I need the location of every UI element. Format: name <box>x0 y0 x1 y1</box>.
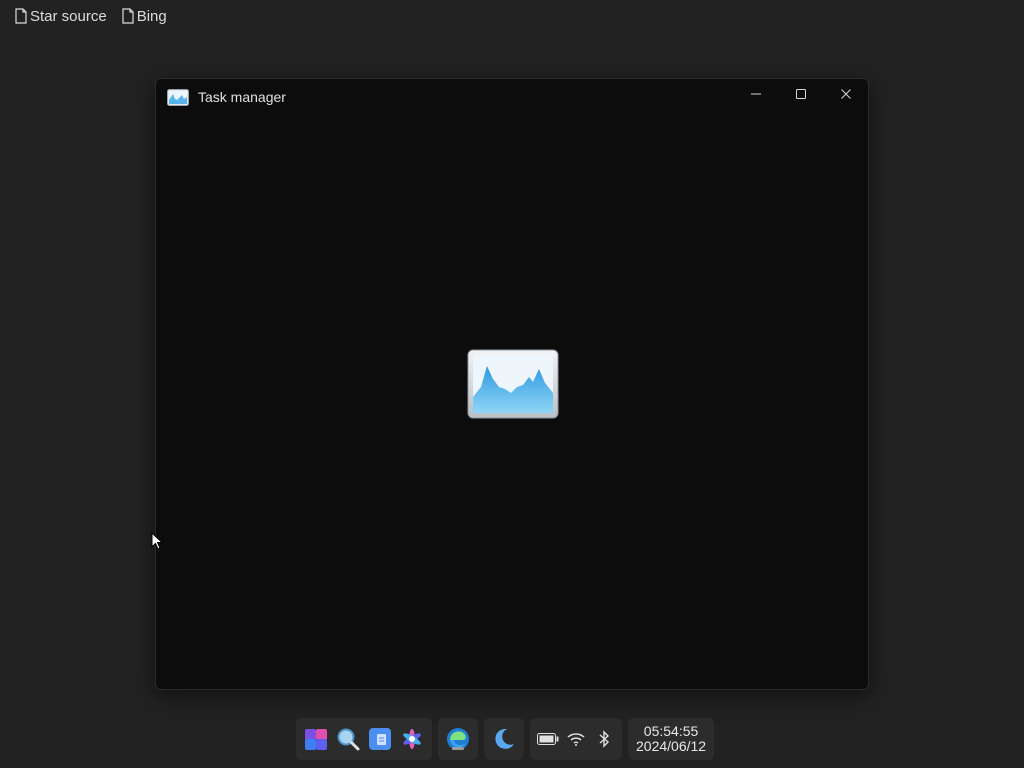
battery-icon <box>537 733 559 745</box>
document-icon <box>14 8 28 24</box>
notepad-button[interactable] <box>366 725 394 753</box>
close-icon <box>840 89 851 99</box>
mouse-cursor-icon <box>151 531 164 551</box>
minimize-icon <box>750 93 761 95</box>
bluetooth-button[interactable] <box>592 727 616 751</box>
widgets-icon <box>305 729 327 750</box>
clock[interactable]: 05:54:55 2024/06/12 <box>634 724 708 754</box>
wifi-icon <box>567 733 585 746</box>
edge-button[interactable] <box>444 725 472 753</box>
maximize-icon <box>795 89 806 99</box>
moon-icon <box>491 727 514 749</box>
window-title: Task manager <box>198 89 286 105</box>
settings-icon <box>403 729 421 749</box>
taskbar-pinned-apps <box>296 718 432 760</box>
clock-date: 2024/06/12 <box>636 738 707 754</box>
task-manager-icon <box>167 89 189 106</box>
taskbar: 05:54:55 2024/06/12 <box>296 718 715 760</box>
running-indicator <box>452 747 464 750</box>
window-controls <box>733 79 868 109</box>
widgets-button[interactable] <box>302 725 330 753</box>
bluetooth-icon <box>599 730 610 748</box>
window-titlebar[interactable]: Task manager <box>156 79 868 115</box>
battery-button[interactable] <box>536 727 560 751</box>
wifi-button[interactable] <box>564 727 588 751</box>
shortcut-bing[interactable]: Bing <box>121 6 167 26</box>
taskbar-theme <box>484 718 524 760</box>
system-tray <box>530 718 622 760</box>
taskbar-running-apps <box>438 718 478 760</box>
settings-button[interactable] <box>398 725 426 753</box>
shortcut-label: Star source <box>30 7 107 25</box>
clock-area[interactable]: 05:54:55 2024/06/12 <box>628 718 715 760</box>
clock-time: 05:54:55 <box>643 723 699 739</box>
shortcut-label: Bing <box>136 7 167 25</box>
minimize-button[interactable] <box>733 79 778 109</box>
search-button[interactable] <box>334 725 362 753</box>
desktop: Star source Bing Task manager 05:54:55 2… <box>0 0 1024 768</box>
document-icon <box>121 8 135 24</box>
task-manager-window[interactable]: Task manager <box>155 78 869 690</box>
shortcut-star-source[interactable]: Star source <box>14 6 107 26</box>
notepad-icon <box>369 728 391 750</box>
task-manager-splash-icon <box>467 349 559 419</box>
search-icon <box>337 728 360 751</box>
close-button[interactable] <box>823 79 868 109</box>
theme-toggle-button[interactable] <box>490 725 518 753</box>
desktop-shortcuts: Star source Bing <box>14 6 167 26</box>
maximize-button[interactable] <box>778 79 823 109</box>
